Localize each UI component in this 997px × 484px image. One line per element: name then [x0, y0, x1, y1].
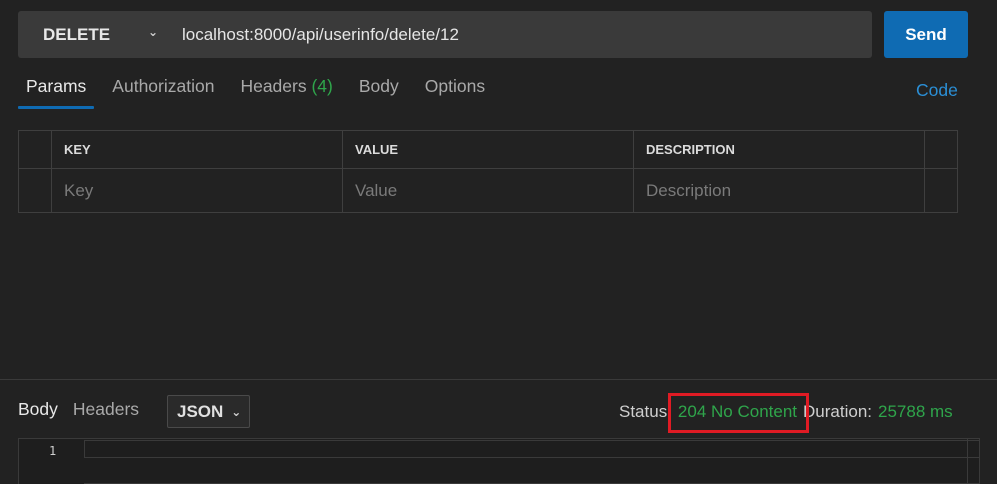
column-header-description: DESCRIPTION — [634, 131, 925, 168]
actions-column-header — [925, 131, 957, 168]
params-table-header: KEY VALUE DESCRIPTION — [19, 131, 957, 169]
headers-count-badge: (4) — [311, 76, 333, 96]
duration-label: Duration: — [803, 402, 872, 421]
tab-params[interactable]: Params — [18, 72, 95, 110]
editor-scrollbar[interactable] — [967, 439, 979, 484]
status-value: 204 No Content — [677, 402, 798, 421]
chevron-down-icon: ⌄ — [231, 404, 242, 419]
line-number: 1 — [49, 444, 57, 458]
chevron-down-icon: ⌄ — [148, 25, 159, 39]
request-bar: DELETE ⌄ localhost:8000/api/userinfo/del… — [18, 11, 872, 58]
tab-headers[interactable]: Headers (4) — [232, 72, 340, 110]
tab-body[interactable]: Body — [351, 72, 407, 110]
url-input[interactable]: localhost:8000/api/userinfo/delete/12 — [168, 11, 872, 58]
key-input[interactable]: Key — [52, 169, 343, 212]
method-select[interactable]: DELETE ⌄ — [18, 11, 168, 58]
description-input[interactable]: Description — [634, 169, 925, 212]
response-body-editor[interactable]: 1 — [18, 438, 980, 484]
value-input[interactable]: Value — [343, 169, 634, 212]
table-row: Key Value Description — [19, 169, 957, 212]
params-table: KEY VALUE DESCRIPTION Key Value Descript… — [18, 130, 958, 213]
tab-params-label: Params — [26, 76, 87, 96]
response-tab-body[interactable]: Body — [18, 399, 58, 420]
method-label: DELETE — [43, 24, 111, 44]
row-checkbox[interactable] — [19, 169, 52, 212]
tab-authorization-label: Authorization — [112, 76, 215, 96]
status-label: Status: — [619, 402, 672, 421]
response-format-select[interactable]: JSON ⌄ — [167, 395, 250, 428]
format-label: JSON — [177, 401, 224, 421]
tab-headers-label: Headers — [240, 76, 307, 96]
api-client-window: DELETE ⌄ localhost:8000/api/userinfo/del… — [0, 0, 997, 484]
response-meta: Status: 204 No Content Duration: 25788 m… — [619, 402, 953, 422]
checkbox-column-header — [19, 131, 52, 168]
pane-divider[interactable] — [0, 379, 997, 380]
current-line-highlight — [84, 440, 980, 458]
column-header-key: KEY — [52, 131, 343, 168]
editor-gutter: 1 — [19, 439, 84, 484]
duration-value: 25788 ms — [878, 402, 953, 421]
response-tabs: Body Headers — [18, 399, 154, 420]
tab-options[interactable]: Options — [417, 72, 493, 110]
row-actions — [925, 169, 957, 212]
request-tabs: Params Authorization Headers (4) Body Op… — [18, 72, 503, 110]
response-tab-headers[interactable]: Headers — [73, 399, 139, 420]
column-header-value: VALUE — [343, 131, 634, 168]
tab-authorization[interactable]: Authorization — [104, 72, 222, 110]
tab-options-label: Options — [424, 76, 486, 96]
tab-body-label: Body — [358, 76, 399, 96]
send-button[interactable]: Send — [884, 11, 968, 58]
code-link[interactable]: Code — [916, 80, 958, 101]
